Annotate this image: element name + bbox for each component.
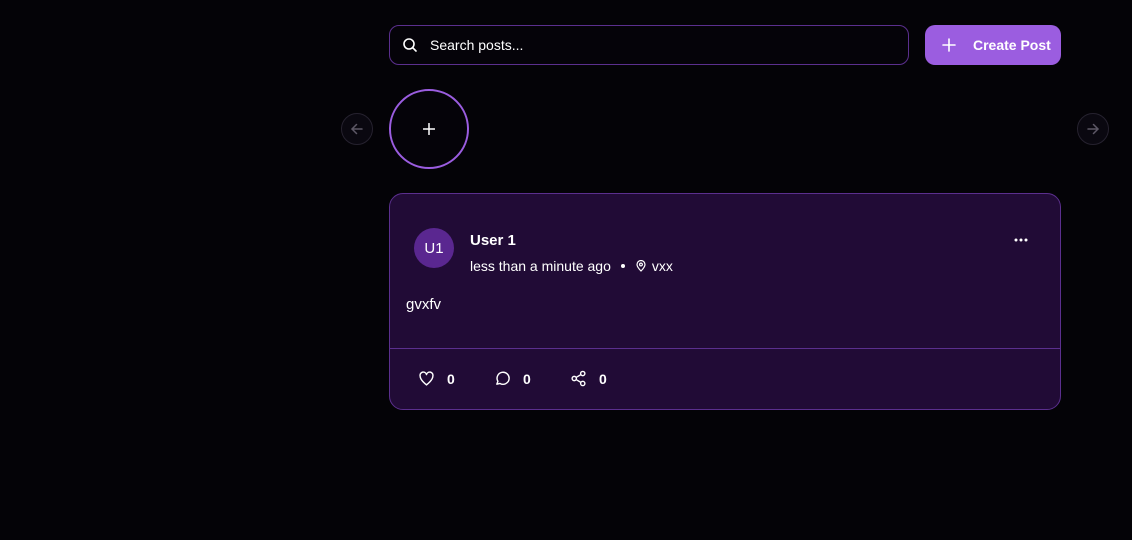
share-button[interactable]: 0 bbox=[570, 370, 607, 387]
heart-icon bbox=[418, 370, 435, 387]
comment-count: 0 bbox=[523, 370, 531, 387]
like-count: 0 bbox=[447, 370, 455, 387]
create-post-label: Create Post bbox=[973, 37, 1051, 53]
post-timestamp: less than a minute ago bbox=[470, 258, 611, 274]
separator-dot bbox=[620, 264, 625, 268]
post-more-options-button[interactable] bbox=[1010, 230, 1032, 250]
like-button[interactable]: 0 bbox=[418, 370, 455, 387]
create-post-button[interactable]: Create Post bbox=[925, 25, 1061, 65]
comment-button[interactable]: 0 bbox=[494, 370, 531, 387]
post-location: vxx bbox=[651, 258, 673, 274]
comment-icon bbox=[494, 370, 511, 387]
search-bar[interactable] bbox=[389, 25, 909, 65]
post-card: U1 User 1 less than a minute ago vxx gvx… bbox=[389, 193, 1061, 410]
stories-prev-button[interactable] bbox=[341, 113, 373, 145]
post-author[interactable]: User 1 bbox=[470, 232, 516, 249]
arrow-right-icon bbox=[1086, 122, 1100, 136]
share-count: 0 bbox=[599, 370, 607, 387]
add-story-button[interactable] bbox=[389, 89, 469, 169]
more-horizontal-icon bbox=[1014, 238, 1028, 242]
search-icon bbox=[402, 37, 418, 53]
post-meta: less than a minute ago vxx bbox=[470, 258, 673, 274]
arrow-left-icon bbox=[350, 122, 364, 136]
plus-icon bbox=[942, 38, 956, 52]
avatar[interactable]: U1 bbox=[414, 228, 454, 268]
post-content: gvxfv bbox=[406, 296, 442, 313]
search-input[interactable] bbox=[430, 37, 870, 53]
post-actions: 0 0 0 bbox=[390, 349, 1060, 409]
plus-icon bbox=[423, 123, 435, 135]
share-icon bbox=[570, 370, 587, 387]
location-pin-icon bbox=[635, 260, 647, 272]
stories-next-button[interactable] bbox=[1077, 113, 1109, 145]
